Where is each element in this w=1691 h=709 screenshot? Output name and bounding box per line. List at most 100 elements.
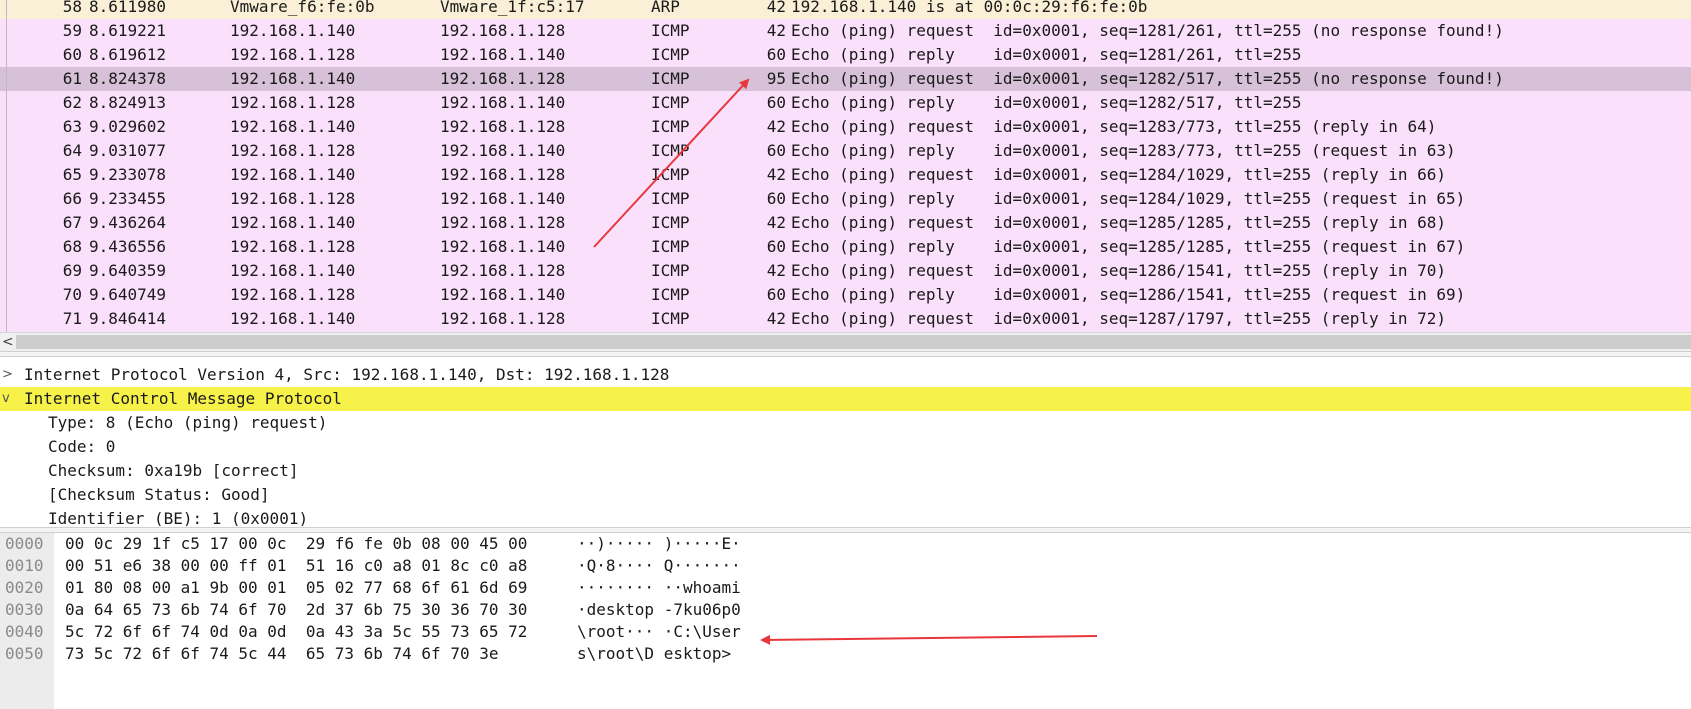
packet-info: Echo (ping) request id=0x0001, seq=1284/… — [791, 165, 1447, 184]
bytes-row[interactable]: 0040 5c 72 6f 6f 74 0d 0a 0d 0a 43 3a 5c … — [0, 621, 1691, 643]
packet-no: 60 — [62, 45, 82, 64]
packet-info: Echo (ping) request id=0x0001, seq=1285/… — [791, 213, 1447, 232]
packet-dst: 192.168.1.140 — [440, 237, 566, 256]
packet-proto: ARP — [651, 0, 680, 16]
packet-len: 60 — [766, 93, 786, 112]
packet-row[interactable]: 67 9.436264 192.168.1.140 192.168.1.128 ICMP… — [0, 211, 1691, 235]
packet-proto: ICMP — [651, 237, 690, 256]
packet-proto: ICMP — [651, 261, 690, 280]
horizontal-scrollbar[interactable]: < — [0, 332, 1691, 351]
byte-offset: 0040 — [5, 622, 44, 641]
byte-offset: 0000 — [5, 534, 44, 553]
packet-src: 192.168.1.128 — [230, 285, 356, 304]
byte-ascii: \root··· ·C:\User — [577, 622, 741, 641]
packet-no: 69 — [62, 261, 82, 280]
bytes-row[interactable]: 0050 73 5c 72 6f 6f 74 5c 44 65 73 6b 74 … — [0, 643, 1691, 665]
bytes-row[interactable]: 0030 0a 64 65 73 6b 74 6f 70 2d 37 6b 75 … — [0, 599, 1691, 621]
scrollbar-thumb[interactable] — [16, 335, 1691, 349]
byte-hex: 0a 64 65 73 6b 74 6f 70 2d 37 6b 75 30 3… — [65, 600, 528, 619]
byte-hex: 73 5c 72 6f 6f 74 5c 44 65 73 6b 74 6f 7… — [65, 644, 499, 663]
packet-info: 192.168.1.140 is at 00:0c:29:f6:fe:0b — [791, 0, 1148, 16]
packet-dst: Vmware_1f:c5:17 — [440, 0, 585, 16]
bytes-row[interactable]: 0010 00 51 e6 38 00 00 ff 01 51 16 c0 a8 … — [0, 555, 1691, 577]
packet-info: Echo (ping) request id=0x0001, seq=1281/… — [791, 21, 1504, 40]
packet-no: 70 — [62, 285, 82, 304]
bytes-row[interactable]: 0000 00 0c 29 1f c5 17 00 0c 29 f6 fe 0b … — [0, 533, 1691, 555]
packet-src: 192.168.1.140 — [230, 261, 356, 280]
packet-row[interactable]: 70 9.640749 192.168.1.128 192.168.1.140 ICMP… — [0, 283, 1691, 307]
byte-ascii: s\root\D esktop> — [577, 644, 732, 663]
packet-time: 9.436264 — [89, 213, 167, 232]
packet-time: 8.619612 — [89, 45, 167, 64]
packet-info: Echo (ping) request id=0x0001, seq=1283/… — [791, 117, 1437, 136]
packet-no: 61 — [62, 69, 82, 88]
packet-no: 59 — [62, 21, 82, 40]
packet-proto: ICMP — [651, 165, 690, 184]
byte-offset: 0050 — [5, 644, 44, 663]
detail-row[interactable]: > Internet Protocol Version 4, Src: 192.1… — [0, 363, 1691, 387]
byte-ascii: ·Q·8···· Q······· — [577, 556, 741, 575]
detail-row[interactable]: Identifier (BE): 1 (0x0001) — [0, 507, 1691, 526]
detail-row[interactable]: [Checksum Status: Good] — [0, 483, 1691, 507]
packet-row[interactable]: 66 9.233455 192.168.1.128 192.168.1.140 ICMP… — [0, 187, 1691, 211]
packet-row[interactable]: 60 8.619612 192.168.1.128 192.168.1.140 ICMP… — [0, 43, 1691, 67]
packet-list[interactable]: 58 8.611980 Vmware_f6:fe:0b Vmware_1f:c5:17… — [0, 0, 1691, 332]
packet-dst: 192.168.1.140 — [440, 189, 566, 208]
detail-text: Internet Protocol Version 4, Src: 192.16… — [24, 365, 670, 384]
byte-ascii: ········ ··whoami — [577, 578, 741, 597]
detail-row[interactable]: v Internet Control Message Protocol — [0, 387, 1691, 411]
packet-src: 192.168.1.128 — [230, 237, 356, 256]
packet-row[interactable]: 68 9.436556 192.168.1.128 192.168.1.140 ICMP… — [0, 235, 1691, 259]
pane-splitter-top[interactable] — [0, 351, 1691, 357]
packet-no: 62 — [62, 93, 82, 112]
packet-len: 42 — [766, 309, 786, 328]
packet-dst: 192.168.1.140 — [440, 93, 566, 112]
packet-proto: ICMP — [651, 141, 690, 160]
packet-proto: ICMP — [651, 21, 690, 40]
chevron-right-icon[interactable]: > — [2, 363, 20, 387]
packet-proto: ICMP — [651, 117, 690, 136]
detail-row[interactable]: Type: 8 (Echo (ping) request) — [0, 411, 1691, 435]
packet-src: 192.168.1.128 — [230, 45, 356, 64]
bytes-row[interactable]: 0020 01 80 08 00 a1 9b 00 01 05 02 77 68 … — [0, 577, 1691, 599]
packet-bytes-pane[interactable]: 0000 00 0c 29 1f c5 17 00 0c 29 f6 fe 0b … — [0, 533, 1691, 709]
packet-no: 66 — [62, 189, 82, 208]
list-border — [6, 0, 7, 332]
packet-info: Echo (ping) reply id=0x0001, seq=1284/10… — [791, 189, 1466, 208]
packet-no: 65 — [62, 165, 82, 184]
packet-row[interactable]: 59 8.619221 192.168.1.140 192.168.1.128 ICMP… — [0, 19, 1691, 43]
packet-row[interactable]: 65 9.233078 192.168.1.140 192.168.1.128 ICMP… — [0, 163, 1691, 187]
packet-no: 68 — [62, 237, 82, 256]
packet-time: 9.233455 — [89, 189, 167, 208]
packet-row-selected[interactable]: 61 8.824378 192.168.1.140 192.168.1.128 ICMP… — [0, 67, 1691, 91]
packet-row[interactable]: 71 9.846414 192.168.1.140 192.168.1.128 ICMP… — [0, 307, 1691, 331]
packet-time: 9.031077 — [89, 141, 167, 160]
packet-time: 9.640749 — [89, 285, 167, 304]
detail-text: Checksum: 0xa19b [correct] — [48, 461, 299, 480]
packet-dst: 192.168.1.140 — [440, 141, 566, 160]
packet-info: Echo (ping) request id=0x0001, seq=1282/… — [791, 69, 1504, 88]
chevron-down-icon[interactable]: v — [2, 387, 20, 411]
packet-info: Echo (ping) reply id=0x0001, seq=1286/15… — [791, 285, 1466, 304]
packet-row[interactable]: 58 8.611980 Vmware_f6:fe:0b Vmware_1f:c5:17… — [0, 0, 1691, 19]
packet-no: 58 — [62, 0, 82, 16]
packet-len: 42 — [766, 261, 786, 280]
detail-row[interactable]: Checksum: 0xa19b [correct] — [0, 459, 1691, 483]
packet-time: 9.233078 — [89, 165, 167, 184]
packet-row[interactable]: 64 9.031077 192.168.1.128 192.168.1.140 ICMP… — [0, 139, 1691, 163]
byte-hex: 00 0c 29 1f c5 17 00 0c 29 f6 fe 0b 08 0… — [65, 534, 528, 553]
packet-dst: 192.168.1.128 — [440, 69, 566, 88]
packet-row[interactable]: 69 9.640359 192.168.1.140 192.168.1.128 ICMP… — [0, 259, 1691, 283]
packet-row[interactable]: 62 8.824913 192.168.1.128 192.168.1.140 ICMP… — [0, 91, 1691, 115]
detail-row[interactable]: Code: 0 — [0, 435, 1691, 459]
byte-offset: 0010 — [5, 556, 44, 575]
packet-len: 42 — [766, 21, 786, 40]
detail-text: Type: 8 (Echo (ping) request) — [48, 413, 328, 432]
packet-row[interactable]: 63 9.029602 192.168.1.140 192.168.1.128 ICMP… — [0, 115, 1691, 139]
packet-details-tree[interactable]: > Internet Protocol Version 4, Src: 192.1… — [0, 363, 1691, 526]
packet-no: 64 — [62, 141, 82, 160]
packet-len: 60 — [766, 189, 786, 208]
byte-hex: 00 51 e6 38 00 00 ff 01 51 16 c0 a8 01 8… — [65, 556, 528, 575]
detail-text: Internet Control Message Protocol — [24, 389, 342, 408]
scroll-left-icon[interactable]: < — [2, 333, 14, 351]
